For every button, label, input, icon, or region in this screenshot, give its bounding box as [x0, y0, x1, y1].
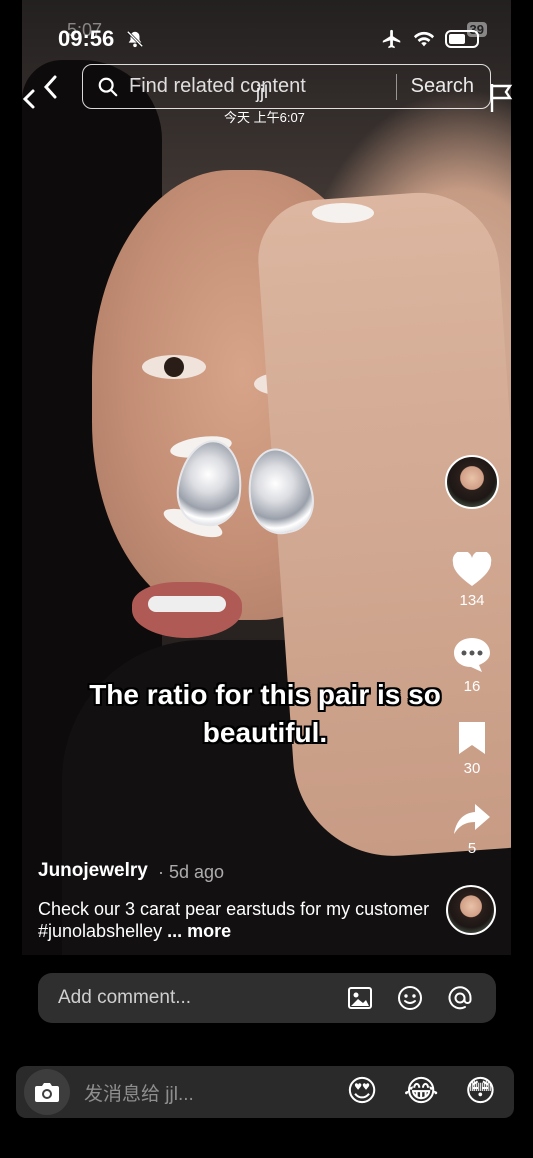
share-action[interactable]: 5: [444, 802, 500, 857]
airplane-icon: [382, 29, 401, 49]
creator-avatar-button[interactable]: [444, 455, 500, 509]
comment-input[interactable]: Add comment...: [58, 987, 346, 1009]
search-bar[interactable]: Find related content Search: [82, 64, 491, 109]
image-icon[interactable]: [346, 984, 374, 1012]
search-icon: [98, 77, 118, 96]
ghost-chat-name: jjl: [256, 82, 268, 102]
back-arrow-icon[interactable]: [38, 72, 64, 102]
camera-icon: [35, 1083, 59, 1102]
message-bar[interactable]: 发消息给 jjl... 😍 😂 😳: [16, 1066, 514, 1118]
battery-icon: [445, 30, 479, 48]
video-caption: The ratio for this pair is so beautiful.: [89, 679, 441, 748]
author-name[interactable]: Junojewelry: [38, 860, 148, 882]
message-input[interactable]: 发消息给 jjl...: [84, 1079, 346, 1106]
search-divider: [395, 73, 397, 100]
camera-button[interactable]: [24, 1069, 70, 1115]
more-link[interactable]: ... more: [167, 921, 231, 941]
creator-avatar[interactable]: [445, 455, 499, 509]
heart-icon[interactable]: [452, 552, 492, 588]
wifi-icon: [413, 31, 435, 47]
post-age: · 5d ago: [158, 862, 225, 882]
like-action[interactable]: 134: [444, 552, 500, 609]
share-arrow-icon[interactable]: [453, 802, 491, 836]
flag-icon: [490, 84, 513, 112]
save-count: 30: [463, 760, 481, 777]
status-bar: 5:07 09:56 39: [0, 0, 533, 70]
music-disc-avatar[interactable]: [446, 885, 496, 935]
heart-eyes-emoji-button[interactable]: 😍: [346, 1077, 377, 1107]
comment-bar[interactable]: Add comment...: [38, 973, 496, 1023]
video-mouth: [132, 582, 242, 638]
like-count: 134: [459, 592, 485, 609]
video-eye-left: [142, 355, 206, 379]
laughing-emoji-button[interactable]: 😂: [404, 1077, 439, 1107]
flushed-emoji-button[interactable]: 😳: [465, 1077, 496, 1107]
video-player[interactable]: [22, 0, 511, 955]
bell-muted-icon: [126, 30, 144, 48]
back-ghost-icon: [22, 89, 35, 109]
video-nail: [312, 203, 374, 223]
status-time: 09:56: [58, 26, 115, 51]
comment-bubble-icon[interactable]: [452, 636, 492, 674]
post-description[interactable]: Check our 3 carat pear earstuds for my c…: [38, 898, 438, 942]
description-text: Check our 3 carat pear earstuds for my c…: [38, 899, 430, 941]
search-button[interactable]: Search: [411, 75, 474, 98]
share-count: 5: [467, 840, 477, 857]
status-icons: [381, 28, 479, 50]
at-mention-icon[interactable]: [446, 984, 474, 1012]
ghost-chat-date: 今天 上午6:07: [224, 110, 305, 125]
emoji-face-icon[interactable]: [396, 984, 424, 1012]
